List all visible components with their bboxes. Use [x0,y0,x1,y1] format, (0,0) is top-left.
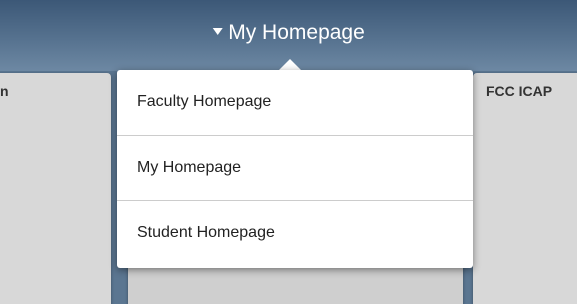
menu-item-faculty-homepage[interactable]: Faculty Homepage [117,70,473,134]
homepage-switcher[interactable]: My Homepage [212,20,365,46]
dropdown-pointer [279,59,301,70]
menu-item-student-homepage[interactable]: Student Homepage [117,201,473,265]
tile-fcc-icap[interactable]: FCC ICAP [473,73,577,304]
homepage-switcher-label: My Homepage [228,21,365,44]
homepage-dropdown-menu: Faculty Homepage My Homepage Student Hom… [117,70,473,268]
menu-item-my-homepage[interactable]: My Homepage [117,136,473,200]
tile[interactable]: n [0,73,111,304]
caret-down-icon [212,27,223,35]
tile-title: n [0,83,9,99]
page: My Homepage n FCC ICAP Faculty Homepage … [0,0,577,304]
tile-title: FCC ICAP [486,83,553,99]
